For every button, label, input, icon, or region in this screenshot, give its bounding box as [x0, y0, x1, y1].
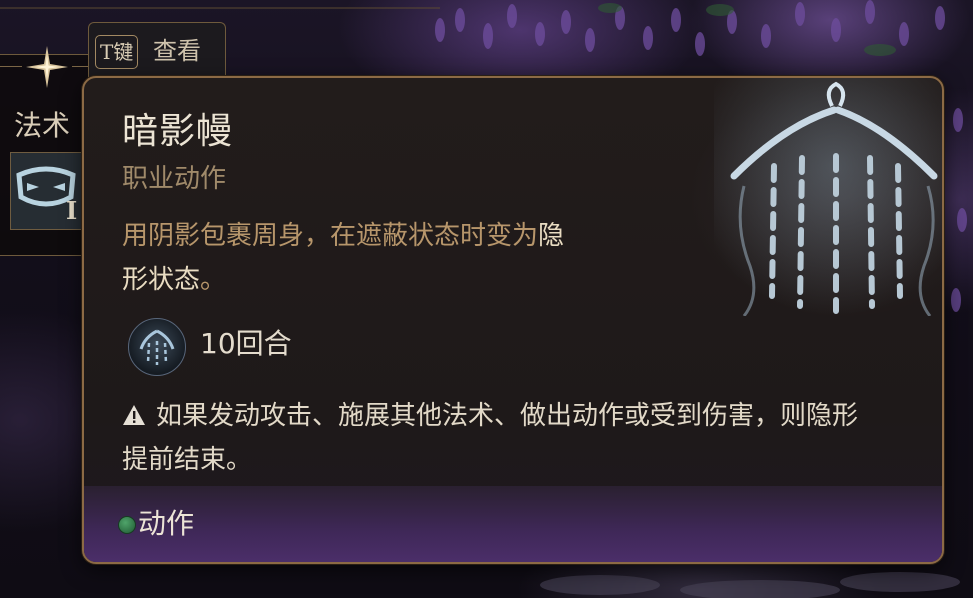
spell-type: 职业动作 [122, 164, 227, 194]
hotkey-key: T键 [95, 35, 139, 69]
spell-tooltip: 暗影幔 职业动作 用阴影包裹周身，在遮蔽状态时变为隐 形状态。 10回合 如果发… [82, 76, 944, 564]
tooltip-footer: 动作 [84, 486, 942, 562]
spells-section-label: 法术 [14, 109, 71, 142]
action-dot-icon [118, 516, 136, 534]
spell-slot-level: I [66, 196, 78, 225]
warning-text: 如果发动攻击、施展其他法术、做出动作或受到伤害，则隐形提前结束。 [122, 401, 859, 475]
shadow-veil-art [714, 78, 942, 316]
description-end: 。 [200, 265, 227, 295]
action-cost-label: 动作 [138, 507, 195, 540]
panel-divider-right [72, 66, 88, 67]
spell-description: 用阴影包裹周身，在遮蔽状态时变为隐 形状态。 [122, 214, 682, 302]
duration-veil-icon [128, 318, 186, 376]
warning-icon [123, 405, 145, 425]
hotkey-label: 查看 [153, 37, 201, 65]
spell-name: 暗影幔 [122, 111, 234, 152]
description-keyword-cont[interactable]: 形状态 [122, 265, 200, 295]
description-keyword[interactable]: 隐 [538, 221, 564, 251]
inspect-hint-tab[interactable]: T键 查看 [88, 22, 226, 79]
description-text: 用阴影包裹周身，在遮蔽状态时变为 [122, 221, 539, 251]
duration-text: 10回合 [200, 327, 292, 360]
sparkle-star-icon [26, 46, 68, 88]
warning-text-block: 如果发动攻击、施展其他法术、做出动作或受到伤害，则隐形提前结束。 [122, 394, 882, 482]
panel-divider-left [0, 66, 22, 67]
